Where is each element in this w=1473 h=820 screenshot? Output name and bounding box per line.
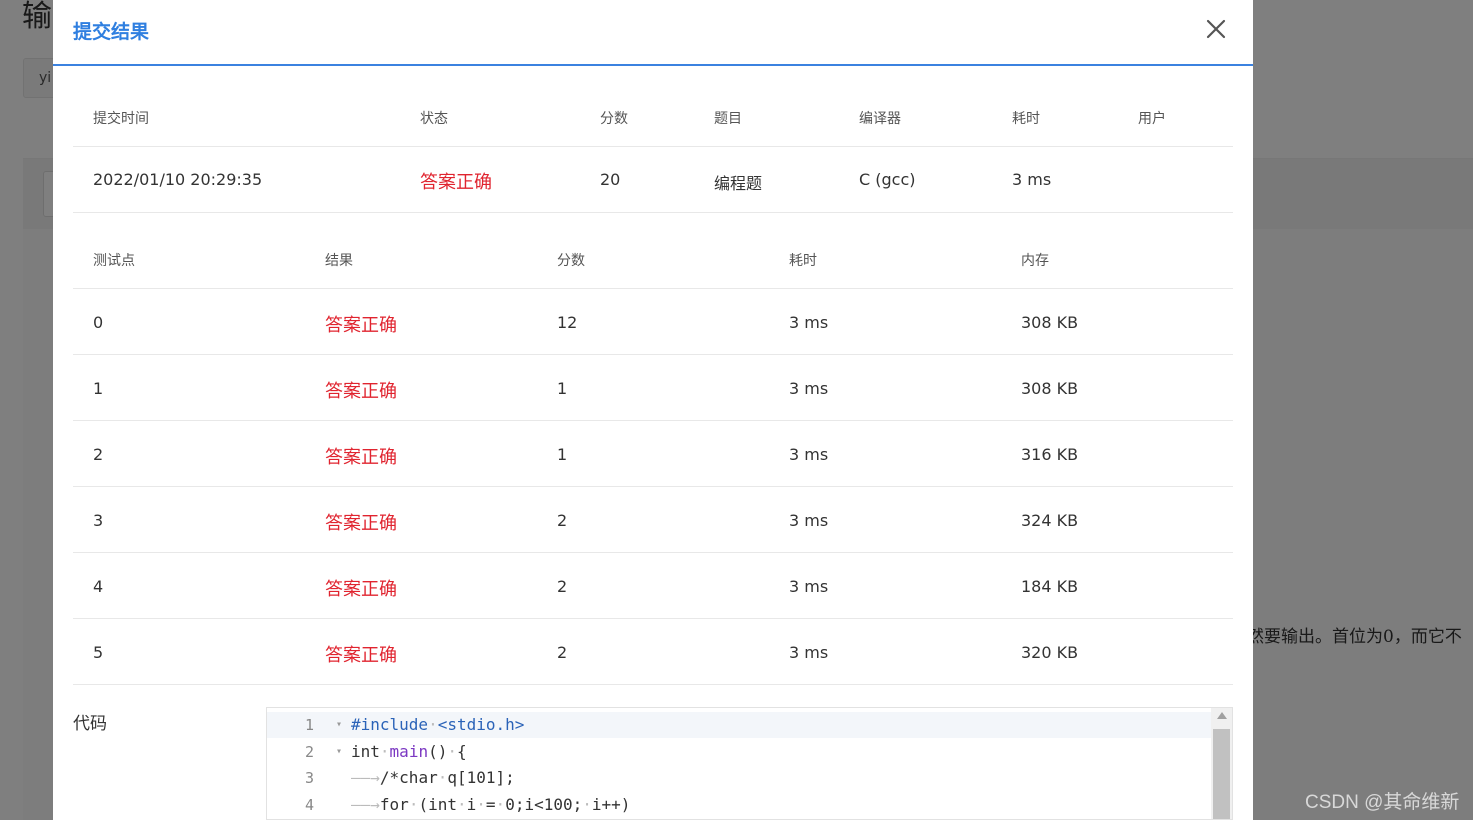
scroll-thumb[interactable] [1213, 729, 1230, 819]
line-number: 3 [304, 769, 314, 787]
test-time: 3 ms [789, 445, 829, 464]
header-test-score: 分数 [557, 253, 585, 269]
status-badge: 答案正确 [420, 172, 492, 193]
test-time: 3 ms [789, 577, 829, 596]
header-result: 结果 [325, 253, 353, 269]
summary-row: 2022/01/10 20:29:35 答案正确 20 编程题 C (gcc) … [73, 147, 1233, 213]
test-cases-table: 测试点 结果 分数 耗时 内存 0 答案正确 12 3 ms 308 KB 1 答案正确 1 3… [73, 228, 1233, 685]
test-time: 3 ms [789, 511, 829, 530]
code-line: 3 ——→/*char·q[101]; [267, 765, 1212, 791]
code-line: 4 ——→for·(int·i·=·0;i<100;·i++) [267, 792, 1212, 818]
total-score: 20 [600, 170, 621, 189]
table-row: 5 答案正确 2 3 ms 320 KB [73, 619, 1233, 685]
test-score: 12 [557, 313, 578, 332]
table-row: 0 答案正确 12 3 ms 308 KB [73, 289, 1233, 355]
header-status: 状态 [420, 111, 448, 127]
test-memory: 308 KB [1021, 379, 1079, 398]
test-result: 答案正确 [325, 579, 397, 600]
test-memory: 316 KB [1021, 445, 1079, 464]
tests-header-row: 测试点 结果 分数 耗时 内存 [73, 228, 1233, 289]
table-row: 3 答案正确 2 3 ms 324 KB [73, 487, 1233, 553]
line-number: 4 [304, 795, 314, 814]
compiler-name: C (gcc) [859, 170, 916, 189]
code-text: ——→for·(int·i·=·0;i<100;·i++) [351, 794, 631, 814]
test-result: 答案正确 [325, 315, 397, 336]
fold-arrow-icon[interactable]: ▾ [336, 712, 342, 738]
close-icon[interactable] [1204, 17, 1228, 41]
code-text: ——→/*char·q[101]; [351, 768, 515, 787]
test-id: 2 [93, 445, 104, 464]
test-time: 3 ms [789, 379, 829, 398]
submit-time: 2022/01/10 20:29:35 [93, 170, 263, 189]
header-user: 用户 [1138, 111, 1166, 127]
test-score: 1 [557, 379, 568, 398]
test-id: 4 [93, 577, 104, 596]
header-duration: 耗时 [1012, 111, 1040, 127]
test-memory: 184 KB [1021, 577, 1079, 596]
line-number: 2 [304, 742, 314, 761]
header-memory: 内存 [1021, 253, 1049, 269]
code-label: 代码 [73, 714, 107, 734]
test-result: 答案正确 [325, 513, 397, 534]
header-test-time: 耗时 [789, 253, 817, 269]
test-memory: 320 KB [1021, 643, 1079, 662]
run-duration: 3 ms [1012, 170, 1052, 189]
code-line: 1 ▾ #include·<stdio.h> [267, 712, 1212, 738]
test-time: 3 ms [789, 313, 829, 332]
header-compiler: 编译器 [859, 111, 901, 127]
modal-header: 提交结果 [53, 0, 1253, 66]
line-number: 1 [304, 716, 314, 734]
fold-arrow-icon[interactable]: ▾ [336, 739, 342, 765]
test-id: 3 [93, 511, 104, 530]
submission-result-modal: 提交结果 提交时间 状态 分数 题目 编译器 耗时 用户 2022/01/10 … [53, 0, 1253, 820]
summary-header-row: 提交时间 状态 分数 题目 编译器 耗时 用户 [73, 86, 1233, 147]
header-problem: 题目 [714, 111, 742, 127]
table-row: 2 答案正确 1 3 ms 316 KB [73, 421, 1233, 487]
code-text: int·main()·{ [351, 741, 467, 761]
test-score: 2 [557, 643, 568, 662]
test-score: 2 [557, 511, 568, 530]
test-id: 5 [93, 643, 104, 662]
test-score: 1 [557, 445, 568, 464]
test-result: 答案正确 [325, 381, 397, 402]
header-submit-time: 提交时间 [93, 111, 149, 127]
test-id: 1 [93, 379, 104, 398]
test-time: 3 ms [789, 643, 829, 662]
code-line: 2 ▾ int·main()·{ [267, 739, 1212, 765]
summary-table: 提交时间 状态 分数 题目 编译器 耗时 用户 2022/01/10 20:29… [73, 86, 1233, 213]
watermark: CSDN @其命维新 [1305, 792, 1460, 813]
code-text: #include·<stdio.h> [351, 715, 525, 734]
problem-type: 编程题 [714, 174, 763, 193]
test-result: 答案正确 [325, 645, 397, 666]
test-memory: 308 KB [1021, 313, 1079, 332]
table-row: 1 答案正确 1 3 ms 308 KB [73, 355, 1233, 421]
header-score: 分数 [600, 111, 628, 127]
code-viewer[interactable]: 1 ▾ #include·<stdio.h> 2 ▾ int·main()·{ 3 ——→/*… [266, 707, 1233, 820]
test-result: 答案正确 [325, 447, 397, 468]
code-scrollbar[interactable] [1211, 708, 1232, 819]
table-row: 4 答案正确 2 3 ms 184 KB [73, 553, 1233, 619]
test-score: 2 [557, 577, 568, 596]
test-id: 0 [93, 313, 104, 332]
scroll-up-arrow-icon[interactable] [1217, 712, 1227, 719]
test-memory: 324 KB [1021, 511, 1079, 530]
modal-title: 提交结果 [73, 21, 150, 43]
header-test-id: 测试点 [93, 253, 135, 269]
